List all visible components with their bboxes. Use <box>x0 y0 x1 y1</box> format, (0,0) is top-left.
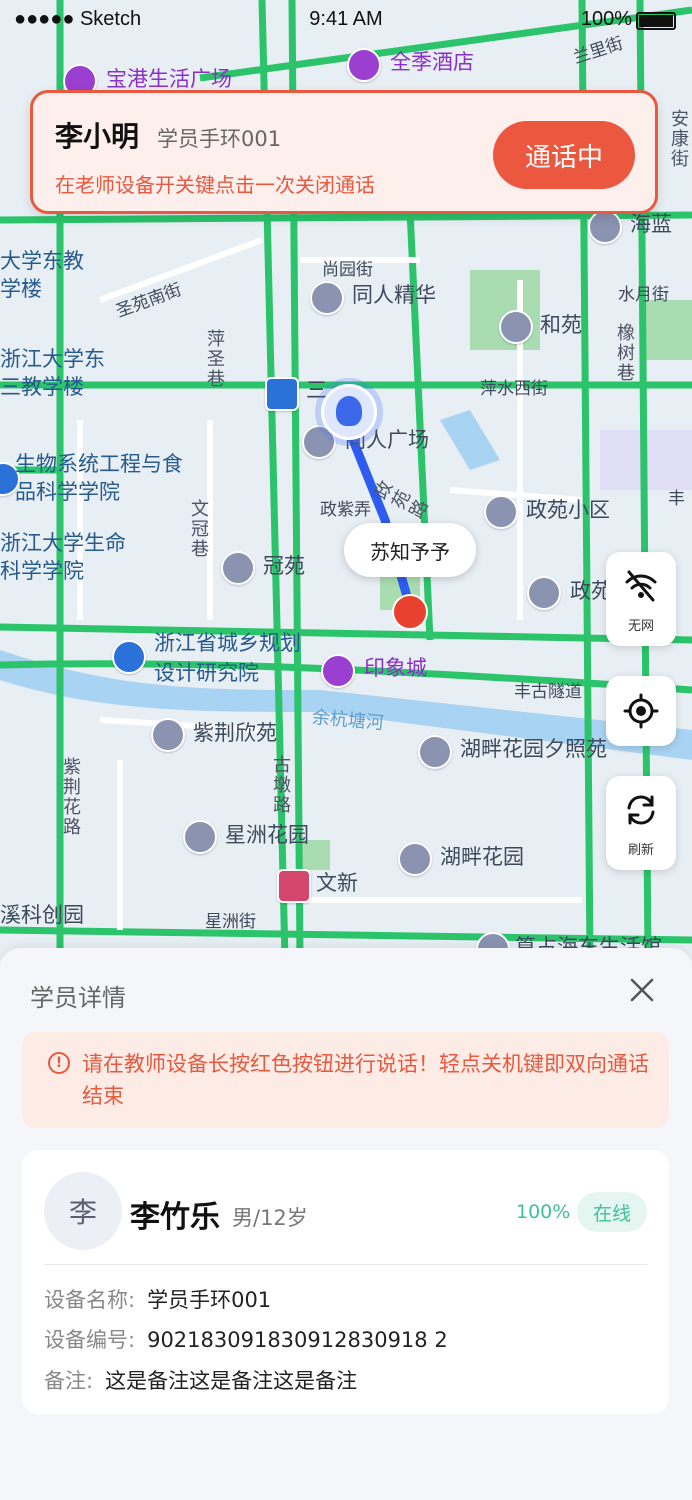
road-label: 尚园街 <box>322 260 373 280</box>
field-row-device-id: 设备编号: 902183091830912830918 2 <box>44 1324 448 1354</box>
road-label: 安康街 <box>671 109 689 170</box>
poi-label: 大学东教学楼 <box>0 249 84 301</box>
metro-icon <box>265 377 299 411</box>
building-icon <box>499 310 533 344</box>
student-meta: 男/12岁 <box>232 1206 308 1230</box>
poi-label: 政苑小区 <box>526 498 610 522</box>
poi-label: 浙江大学东三教学楼 <box>0 347 105 399</box>
call-card: 李小明 学员手环001 在老师设备开关键点击一次关闭通话 通话中 <box>30 90 658 214</box>
student-name: 李竹乐 <box>130 1200 220 1235</box>
poi-label: 文新 <box>316 871 358 895</box>
field-row-remark: 备注: 这是备注这是备注这是备注 <box>44 1365 357 1395</box>
caller-name: 李小明 <box>55 120 140 153</box>
avatar-icon <box>336 396 362 426</box>
poi-label: 星洲花园 <box>225 823 309 847</box>
no-network-label: 无网 <box>627 619 654 634</box>
road-label: 丰 <box>668 489 685 509</box>
locate-icon <box>623 693 659 729</box>
field-value: 902183091830912830918 2 <box>147 1328 448 1352</box>
hotel-icon <box>347 48 381 82</box>
alert-icon: ! <box>48 1052 70 1074</box>
sheet-title: 学员详情 <box>30 984 126 1012</box>
road-label: 星洲街 <box>205 912 256 932</box>
field-value: 这是备注这是备注这是备注 <box>105 1369 358 1393</box>
building-icon <box>484 495 518 529</box>
building-icon <box>588 210 622 244</box>
road-label: 紫荆花路 <box>63 757 81 838</box>
student-card: 李 李竹乐 男/12岁 100% 在线 设备名称: 学员手环001 设备编号: 90… <box>22 1150 669 1414</box>
poi-label: 同人精华 <box>352 283 436 307</box>
student-detail-sheet: 学员详情 ! 请在教师设备长按红色按钮进行说话！轻点关机键即双向通话结束 李 李… <box>0 948 692 1500</box>
building-icon <box>527 576 561 610</box>
locate-button[interactable] <box>606 676 676 746</box>
caller-device: 学员手环001 <box>157 127 282 151</box>
building-icon <box>418 735 452 769</box>
status-badge: 在线 <box>577 1192 647 1232</box>
poi-label: 和苑 <box>540 313 582 337</box>
field-value: 学员手环001 <box>147 1288 272 1312</box>
status-bar: ●●●●● Sketch 9:41 AM 100% <box>0 0 692 36</box>
building-icon <box>398 842 432 876</box>
field-key: 备注: <box>44 1369 94 1393</box>
battery-icon <box>636 12 676 30</box>
wifi-off-icon <box>625 570 657 602</box>
road-label: 政紫弄 <box>320 500 371 520</box>
building-icon <box>183 820 217 854</box>
in-call-button[interactable]: 通话中 <box>493 121 635 189</box>
institute-icon <box>112 640 146 674</box>
road-label: 古墩路 <box>273 755 291 816</box>
road-label: 萍圣巷 <box>207 329 225 390</box>
student-location-pin[interactable] <box>321 384 377 440</box>
poi-label: 湖畔花园夕照苑 <box>460 737 607 761</box>
battery-percent: 100% <box>580 8 632 30</box>
building-icon <box>151 718 185 752</box>
poi-label: 冠苑 <box>263 554 305 578</box>
road-label: 水月街 <box>618 285 669 305</box>
poi-label: 浙江省城乡规划设计研究院 <box>154 631 301 685</box>
poi-label: 印象城 <box>364 656 427 680</box>
field-row-device-name: 设备名称: 学员手环001 <box>44 1284 271 1314</box>
poi-label: 湖畔花园 <box>440 845 524 869</box>
divider <box>44 1264 647 1265</box>
battery-level: 100% <box>516 1201 571 1223</box>
poi-label: 宝港生活广场 <box>106 67 232 91</box>
road-label: 丰古隧道 <box>514 682 582 702</box>
destination-marker[interactable] <box>392 594 428 630</box>
poi-label: 浙江大学生命科学学院 <box>0 531 126 583</box>
poi-label: 紫荆欣苑 <box>193 721 277 745</box>
call-hint: 在老师设备开关键点击一次关闭通话 <box>55 173 375 197</box>
road-label: 文冠巷 <box>191 499 209 560</box>
poi-label: 生物系统工程与食品科学学院 <box>15 452 183 504</box>
road-label: 萍水西街 <box>480 379 548 399</box>
close-icon[interactable] <box>628 976 656 1004</box>
refresh-label: 刷新 <box>627 843 654 858</box>
field-key: 设备名称: <box>44 1288 136 1312</box>
refresh-button[interactable]: 刷新 <box>606 776 676 870</box>
poi-label: 溪科创园 <box>0 903 84 927</box>
metro-icon <box>277 869 311 903</box>
poi-label: 海蓝 <box>630 212 672 236</box>
poi-label: 全季酒店 <box>390 50 474 74</box>
mall-icon <box>321 654 355 688</box>
refresh-icon <box>627 795 655 825</box>
building-icon <box>310 281 344 315</box>
location-label-bubble[interactable]: 苏知予予 <box>344 523 476 577</box>
notice-banner: ! 请在教师设备长按红色按钮进行说话！轻点关机键即双向通话结束 <box>22 1032 669 1128</box>
avatar: 李 <box>44 1172 122 1250</box>
road-label: 橡树巷 <box>617 323 635 384</box>
building-icon <box>221 551 255 585</box>
no-network-button[interactable]: 无网 <box>606 552 676 646</box>
field-key: 设备编号: <box>44 1328 136 1352</box>
notice-text: 请在教师设备长按红色按钮进行说话！轻点关机键即双向通话结束 <box>82 1052 649 1108</box>
